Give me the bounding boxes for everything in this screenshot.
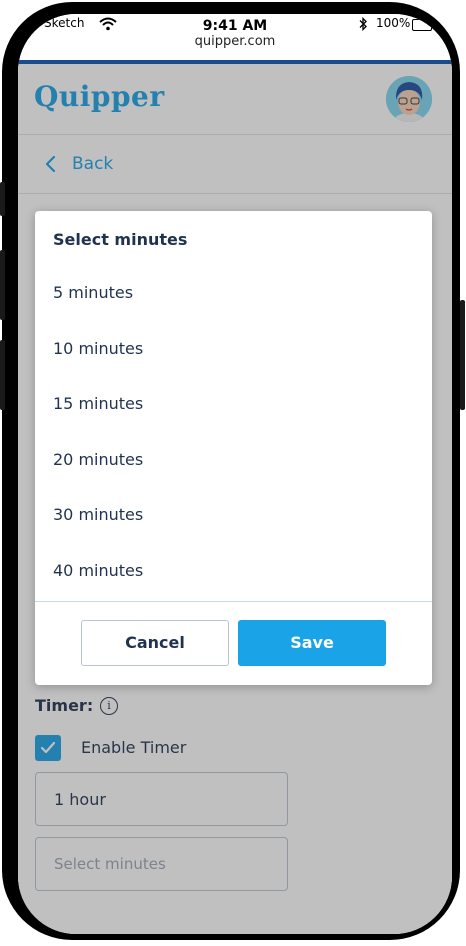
option-label: 5 minutes: [53, 283, 134, 302]
save-button[interactable]: Save: [238, 620, 386, 666]
side-button-power: [460, 300, 465, 410]
phone-frame: Sketch 9:41 AM quipper.com 100% Quipper: [2, 2, 460, 940]
select-minutes-dialog: Select minutes 5 minutes 10 minutes 15 m…: [35, 211, 432, 685]
option-label: 10 minutes: [53, 339, 144, 358]
option-label: 20 minutes: [53, 450, 144, 469]
option-30-minutes[interactable]: 30 minutes: [35, 493, 432, 537]
status-bar: Sketch 9:41 AM quipper.com 100%: [18, 14, 452, 60]
option-15-minutes[interactable]: 15 minutes: [35, 382, 432, 426]
option-20-minutes[interactable]: 20 minutes: [35, 438, 432, 482]
battery-label: 100%: [376, 16, 411, 30]
dialog-title: Select minutes: [53, 230, 188, 249]
battery-icon: [412, 19, 432, 31]
bluetooth-icon: [359, 17, 367, 31]
phone-screen: Sketch 9:41 AM quipper.com 100% Quipper: [18, 14, 452, 934]
side-button-volume-up: [0, 250, 5, 320]
option-label: 30 minutes: [53, 505, 144, 524]
option-label: 15 minutes: [53, 394, 144, 413]
option-40-minutes[interactable]: 40 minutes: [35, 549, 432, 593]
url-label[interactable]: quipper.com: [18, 34, 452, 49]
option-5-minutes[interactable]: 5 minutes: [35, 271, 432, 315]
option-label: 40 minutes: [53, 561, 144, 580]
side-button-mute: [0, 182, 5, 216]
dialog-divider: [35, 601, 432, 602]
option-10-minutes[interactable]: 10 minutes: [35, 327, 432, 371]
side-button-volume-down: [0, 340, 5, 410]
cancel-button[interactable]: Cancel: [81, 620, 229, 666]
